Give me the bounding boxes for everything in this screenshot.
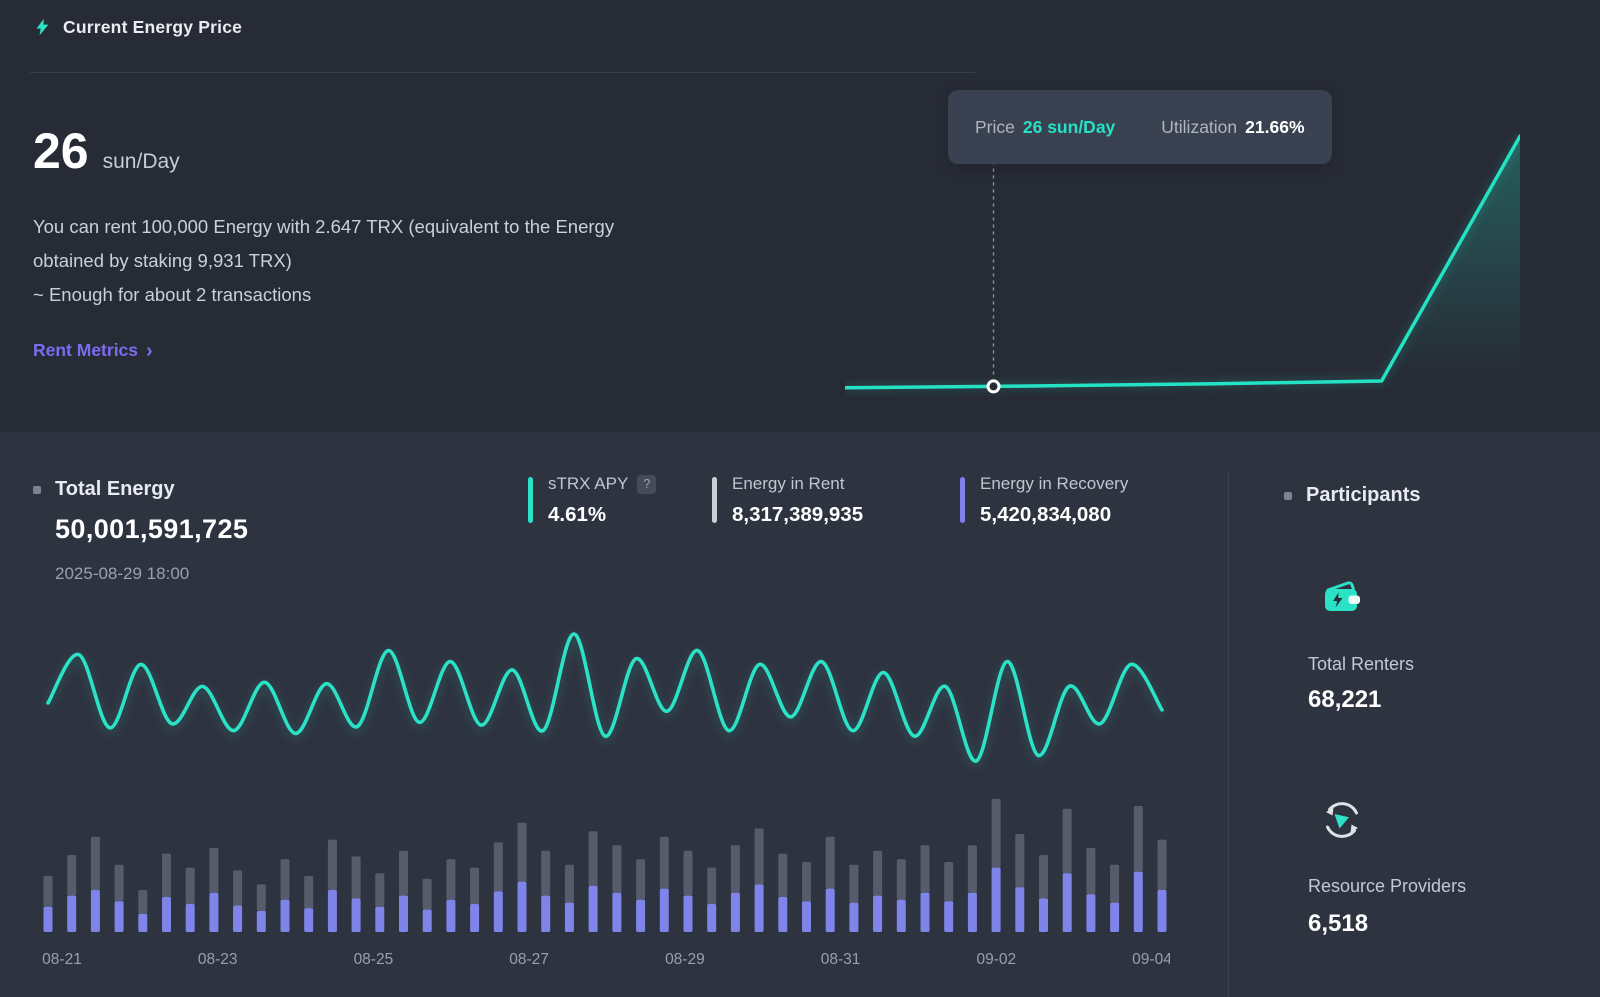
rent-metrics-link[interactable]: Rent Metrics › <box>33 340 153 361</box>
header-divider <box>30 72 975 73</box>
tooltip-utilization: Utilization 21.66% <box>1161 117 1304 138</box>
tooltip-price: Price 26 sun/Day <box>975 117 1115 138</box>
tooltip-price-label: Price <box>975 117 1015 137</box>
help-icon[interactable]: ? <box>637 475 656 494</box>
total-energy-header: Total Energy <box>33 478 175 501</box>
total-energy-value: 50,001,591,725 <box>55 514 248 545</box>
stat-energy-in-recovery: Energy in Recovery 5,420,834,080 <box>960 474 1128 527</box>
total-energy-chart-area[interactable]: 08-21 08-23 08-25 08-27 08-29 08-31 09-02 09-04 <box>40 624 1170 976</box>
energy-stats-panel: Total Energy 50,001,591,725 2025-08-29 1… <box>0 432 1600 997</box>
svg-text:08-29: 08-29 <box>665 951 705 968</box>
square-bullet-icon <box>1284 492 1292 500</box>
svg-text:08-27: 08-27 <box>509 951 549 968</box>
energy-in-recovery-value: 5,420,834,080 <box>980 503 1128 527</box>
page-title: Current Energy Price <box>63 17 242 38</box>
svg-text:09-04: 09-04 <box>1132 951 1170 968</box>
svg-text:08-25: 08-25 <box>354 951 394 968</box>
resource-providers-value: 6,518 <box>1308 910 1368 938</box>
stat-energy-in-rent: Energy in Rent 8,317,389,935 <box>712 474 863 527</box>
total-renters-label: Total Renters <box>1308 654 1414 675</box>
price-description-line: You can rent 100,000 Energy with 2.647 T… <box>33 210 683 278</box>
price-value: 26 <box>33 122 89 180</box>
rent-metrics-label: Rent Metrics <box>33 340 138 361</box>
stat-accent-bar <box>712 477 717 523</box>
price-unit: sun/Day <box>103 150 180 174</box>
vertical-divider <box>1228 472 1229 997</box>
dashboard: Current Energy Price 26 sun/Day You can … <box>0 0 1600 997</box>
page-header: Current Energy Price <box>33 16 242 38</box>
square-bullet-icon <box>33 486 41 494</box>
lightning-icon <box>33 16 52 38</box>
svg-text:08-21: 08-21 <box>42 951 82 968</box>
tooltip-utilization-value: 21.66% <box>1245 117 1304 137</box>
current-price: 26 sun/Day <box>33 122 180 180</box>
tooltip-utilization-label: Utilization <box>1161 117 1237 137</box>
total-renters-value: 68,221 <box>1308 686 1381 714</box>
svg-text:09-02: 09-02 <box>976 951 1016 968</box>
price-history-chart[interactable] <box>845 128 1520 400</box>
stat-accent-bar <box>960 477 965 523</box>
energy-in-rent-label: Energy in Rent <box>732 474 844 494</box>
chart-tooltip: Price 26 sun/Day Utilization 21.66% <box>948 90 1332 164</box>
participants-title: Participants <box>1306 484 1420 507</box>
price-description-line2: ~ Enough for about 2 transactions <box>33 278 683 312</box>
resource-providers-label: Resource Providers <box>1308 876 1466 897</box>
wallet-energy-icon <box>1318 574 1366 622</box>
svg-text:08-31: 08-31 <box>821 951 861 968</box>
stat-strx-apy: sTRX APY ? 4.61% <box>528 474 656 527</box>
price-description: You can rent 100,000 Energy with 2.647 T… <box>33 210 683 312</box>
tooltip-price-value: 26 sun/Day <box>1023 117 1115 137</box>
svg-text:08-23: 08-23 <box>198 951 238 968</box>
energy-in-rent-value: 8,317,389,935 <box>732 503 863 527</box>
total-energy-timestamp: 2025-08-29 18:00 <box>55 564 189 584</box>
strx-apy-label: sTRX APY <box>548 474 628 494</box>
total-energy-title: Total Energy <box>55 478 175 501</box>
chevron-right-icon: › <box>146 341 153 361</box>
energy-in-recovery-label: Energy in Recovery <box>980 474 1128 494</box>
stat-accent-bar <box>528 477 533 523</box>
resource-cycle-icon <box>1318 796 1366 844</box>
total-energy-chart[interactable]: 08-21 08-23 08-25 08-27 08-29 08-31 09-02 09-04 <box>40 624 1170 974</box>
strx-apy-value: 4.61% <box>548 503 656 527</box>
participants-header: Participants <box>1284 484 1420 507</box>
